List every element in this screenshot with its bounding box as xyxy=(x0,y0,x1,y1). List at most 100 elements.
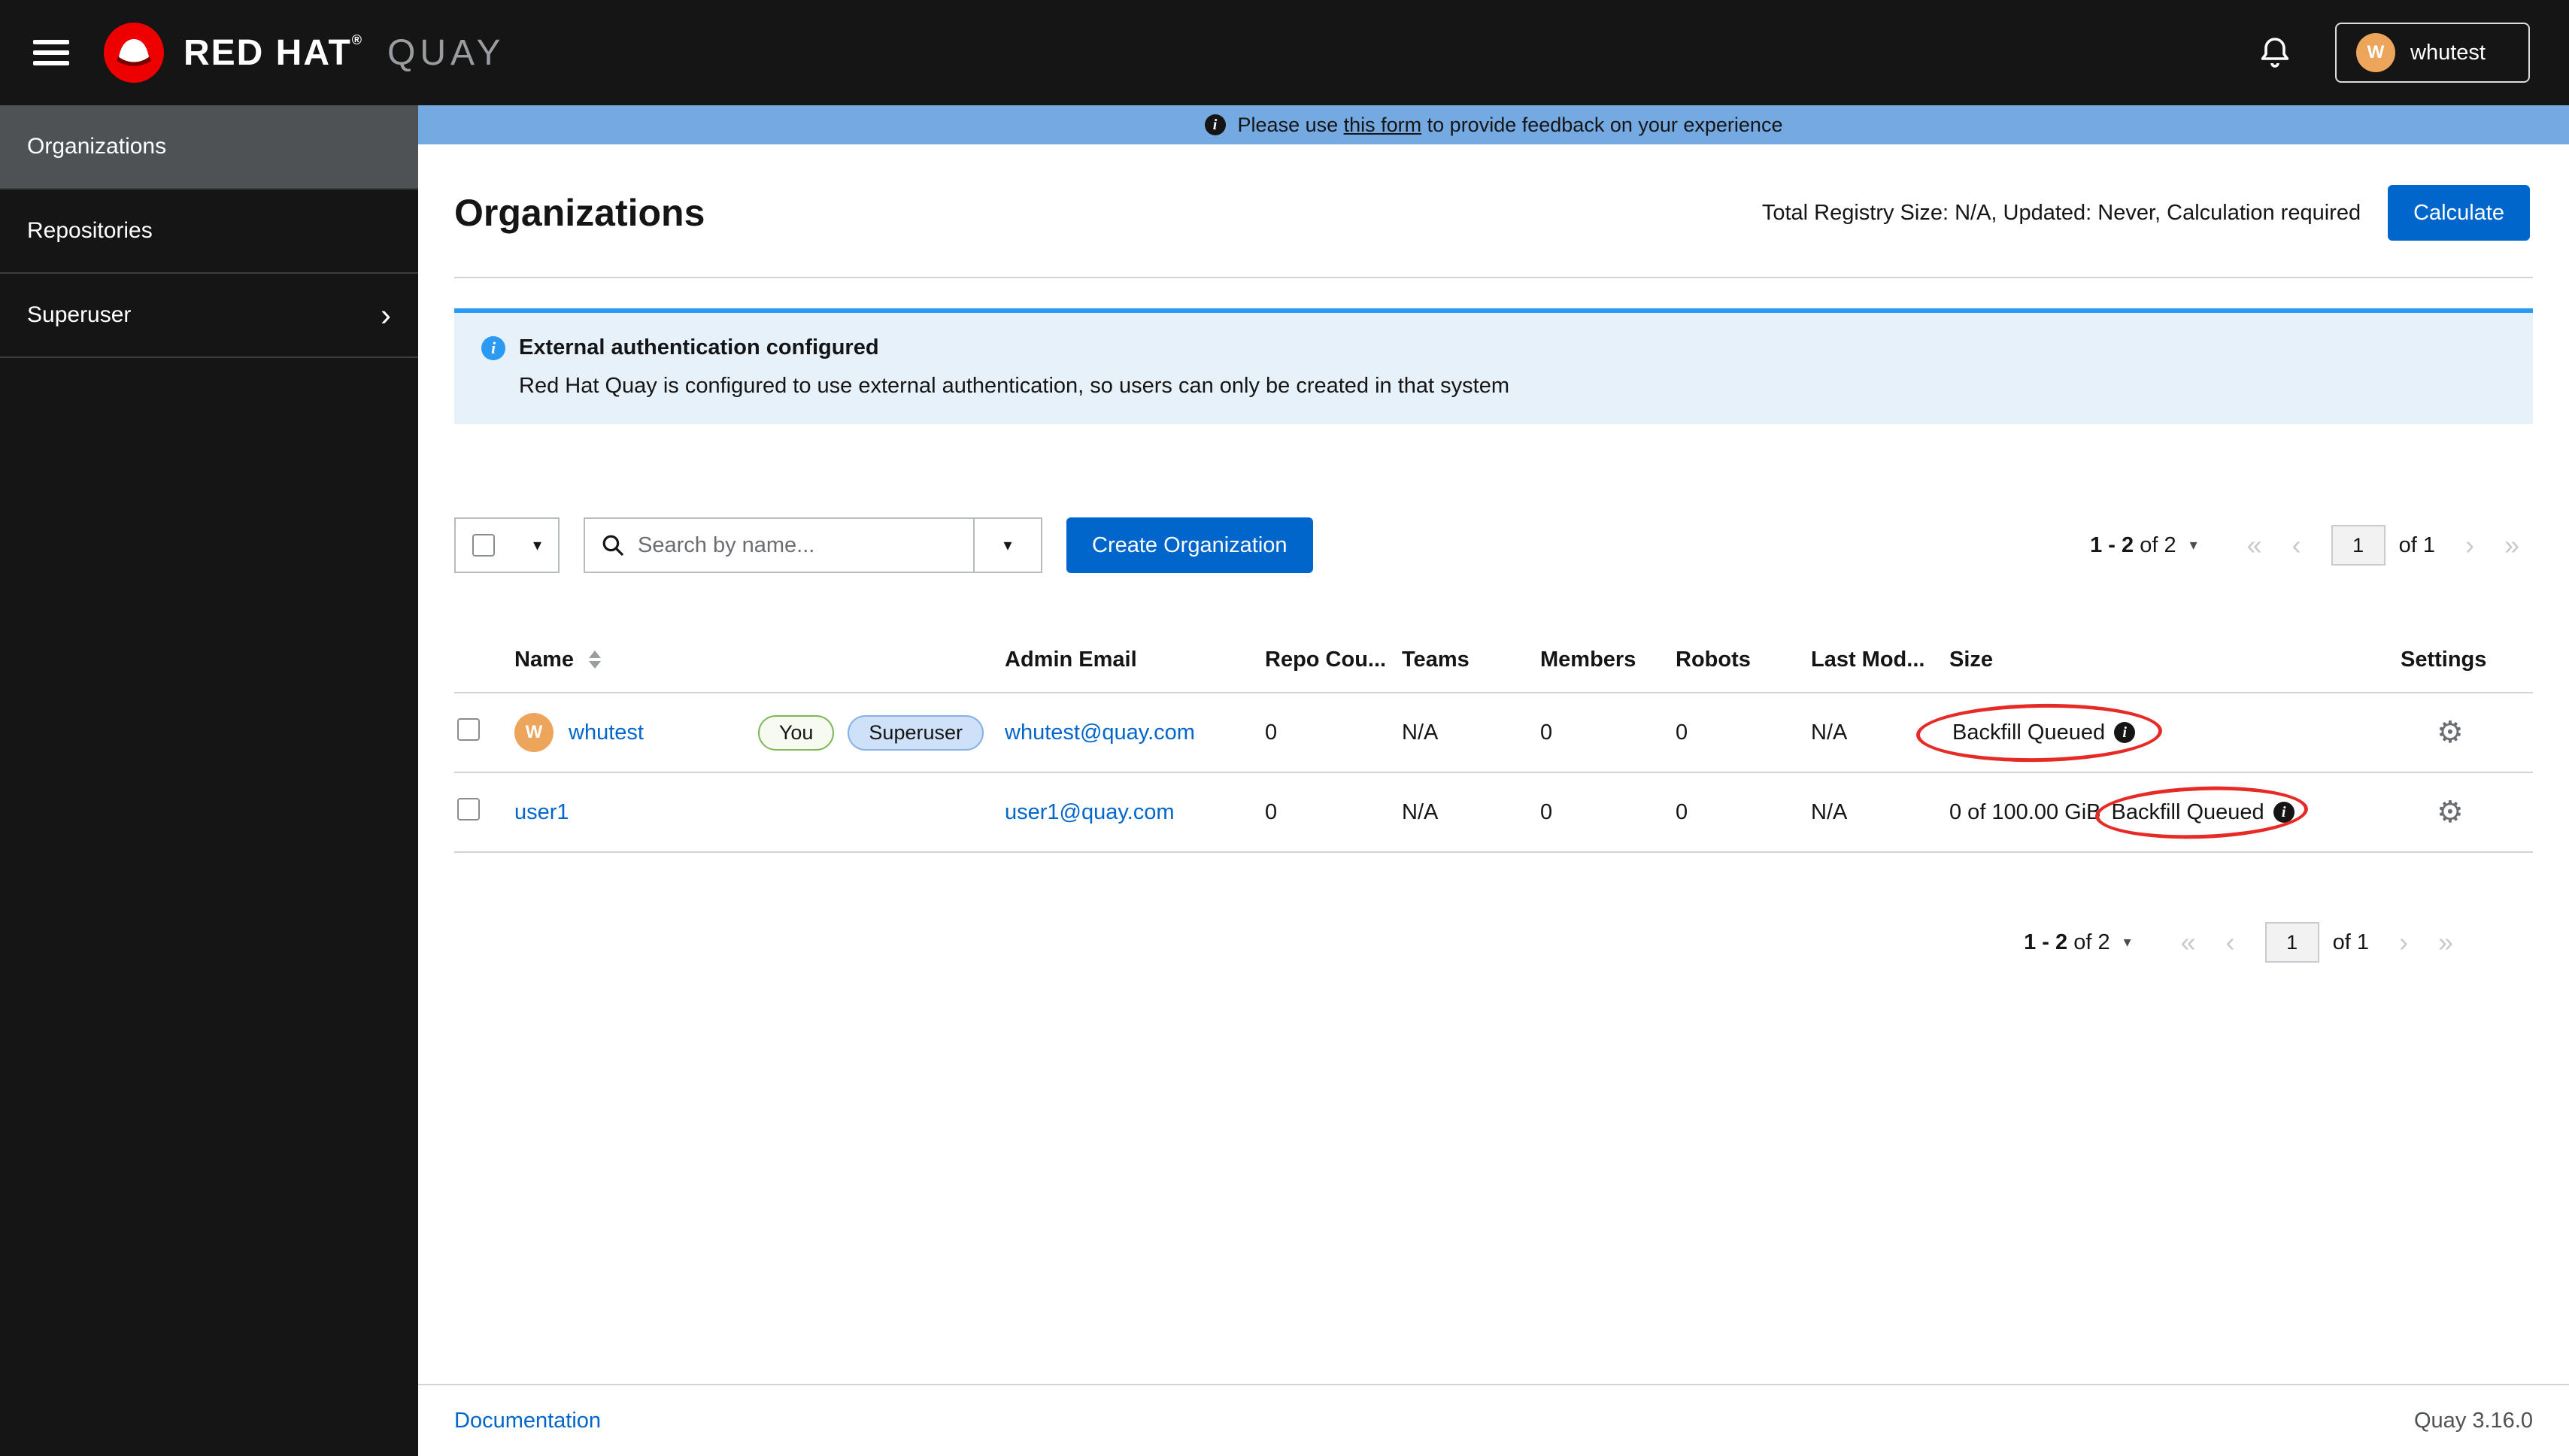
row-checkbox[interactable] xyxy=(457,718,480,741)
bulk-select-dropdown[interactable] xyxy=(454,517,560,573)
you-badge: You xyxy=(757,714,835,751)
column-header-size: Size xyxy=(1949,647,1994,672)
feedback-form-link[interactable]: this form xyxy=(1344,114,1422,136)
select-all-checkbox[interactable] xyxy=(472,534,495,557)
search-input[interactable] xyxy=(638,532,957,558)
last-page-button[interactable] xyxy=(2491,532,2533,559)
sidebar-item-label: Repositories xyxy=(27,218,153,243)
teams-cell: N/A xyxy=(1402,799,1439,824)
settings-gear-icon[interactable] xyxy=(2437,716,2464,749)
brand-redhat-text: RED HAT® xyxy=(184,32,364,73)
sidebar-item-organizations[interactable]: Organizations xyxy=(0,105,418,190)
masthead-right: W whutest xyxy=(2260,23,2530,83)
size-status: Backfill Queued xyxy=(1915,701,2163,764)
table-header-row: Name Admin Email Repo Cou... Teams Membe… xyxy=(454,627,2533,693)
last-modified-cell: N/A xyxy=(1811,720,1848,745)
teams-cell: N/A xyxy=(1402,720,1439,745)
size-cell: Backfill Queued xyxy=(1915,701,2401,764)
search-options-toggle[interactable] xyxy=(973,519,1041,572)
org-name-link[interactable]: whutest xyxy=(569,720,644,745)
user-avatar: W xyxy=(2356,33,2395,72)
name-cell: user1 xyxy=(514,800,1005,825)
info-icon[interactable] xyxy=(2273,802,2295,823)
page-body: Organizations Repositories Superuser Ple… xyxy=(0,105,2569,1456)
page-header: Organizations Total Registry Size: N/A, … xyxy=(418,144,2569,277)
admin-email-link[interactable]: whutest@quay.com xyxy=(1005,720,1265,745)
chevron-down-icon xyxy=(1003,537,1012,554)
next-page-button[interactable] xyxy=(2449,532,2491,559)
column-header-last-modified: Last Mod... xyxy=(1811,647,1925,672)
table-row: W whutest You Superuser whutest@quay.com… xyxy=(454,693,2533,773)
footer: Documentation Quay 3.16.0 xyxy=(418,1384,2569,1456)
info-icon[interactable] xyxy=(2114,722,2136,743)
badges: You Superuser xyxy=(757,714,984,751)
pagination-menu-toggle[interactable] xyxy=(2190,538,2197,553)
pagination-range: 1 - 2 of 2 xyxy=(2024,930,2110,954)
chevron-down-icon xyxy=(2501,44,2509,61)
search-icon xyxy=(602,534,624,557)
create-organization-button[interactable]: Create Organization xyxy=(1066,517,1313,573)
first-page-button[interactable] xyxy=(2234,532,2276,559)
table-row: user1 user1@quay.com 0 N/A 0 0 N/A 0 of … xyxy=(454,773,2533,853)
last-page-button[interactable] xyxy=(2425,929,2467,956)
org-name-link[interactable]: user1 xyxy=(514,800,569,825)
search-box xyxy=(585,519,973,572)
sidebar-item-repositories[interactable]: Repositories xyxy=(0,190,418,274)
calculate-button[interactable]: Calculate xyxy=(2388,185,2530,241)
sidebar: Organizations Repositories Superuser xyxy=(0,105,418,1456)
settings-cell xyxy=(2401,716,2533,749)
column-header-name[interactable]: Name xyxy=(514,648,1005,672)
menu-toggle-icon[interactable] xyxy=(33,40,69,65)
row-checkbox[interactable] xyxy=(457,798,480,821)
admin-email-link[interactable]: user1@quay.com xyxy=(1005,800,1265,825)
alert-description: Red Hat Quay is configured to use extern… xyxy=(519,374,1510,398)
total-pages-label: of 1 xyxy=(2332,930,2369,954)
column-header-teams: Teams xyxy=(1402,647,1470,672)
feedback-banner: Please use this form to provide feedback… xyxy=(418,105,2569,144)
first-page-button[interactable] xyxy=(2167,929,2210,956)
checkbox-cell xyxy=(454,798,514,827)
pagination-menu-toggle[interactable] xyxy=(2124,935,2131,950)
previous-page-button[interactable] xyxy=(2210,929,2252,956)
quay-app: RED HAT® QUAY W whutest Organizations xyxy=(0,0,2569,1456)
user-menu[interactable]: W whutest xyxy=(2335,23,2530,83)
pagination-nav: of 1 xyxy=(2167,922,2467,963)
divider xyxy=(454,277,2533,278)
robots-cell: 0 xyxy=(1676,799,1688,824)
checkbox-cell xyxy=(454,718,514,747)
brand-quay-text: QUAY xyxy=(387,32,505,73)
sidebar-item-label: Organizations xyxy=(27,134,167,159)
previous-page-button[interactable] xyxy=(2276,532,2318,559)
size-status-text: Backfill Queued xyxy=(2111,799,2264,824)
repo-count-cell: 0 xyxy=(1265,720,1278,745)
sidebar-item-superuser[interactable]: Superuser xyxy=(0,274,418,358)
sidebar-item-label: Superuser xyxy=(27,302,132,327)
pagination-top: 1 - 2 of 2 of 1 xyxy=(2090,525,2533,566)
size-usage-text: 0 of 100.00 GiB xyxy=(1949,799,2101,824)
org-avatar: W xyxy=(514,713,554,752)
current-page-input[interactable] xyxy=(2264,922,2319,963)
notifications-bell-icon[interactable] xyxy=(2260,36,2290,69)
settings-gear-icon[interactable] xyxy=(2437,796,2464,829)
info-icon xyxy=(1204,114,1226,135)
repo-count-cell: 0 xyxy=(1265,799,1278,824)
documentation-link[interactable]: Documentation xyxy=(454,1409,601,1433)
organizations-table: Name Admin Email Repo Cou... Teams Membe… xyxy=(454,627,2533,853)
alert-header: External authentication configured xyxy=(481,335,2506,360)
next-page-button[interactable] xyxy=(2382,929,2425,956)
banner-text: Please use this form to provide feedback… xyxy=(1237,113,1783,136)
page-title: Organizations xyxy=(454,192,705,234)
robots-cell: 0 xyxy=(1676,720,1688,745)
current-page-input[interactable] xyxy=(2331,525,2386,566)
main-content: Please use this form to provide feedback… xyxy=(418,105,2569,1456)
total-pages-label: of 1 xyxy=(2398,532,2435,557)
size-status: Backfill Queued xyxy=(2094,782,2309,842)
size-status-text: Backfill Queued xyxy=(1952,720,2106,745)
registry-size-summary: Total Registry Size: N/A, Updated: Never… xyxy=(1761,200,2361,225)
pagination-nav: of 1 xyxy=(2234,525,2533,566)
chevron-down-icon xyxy=(533,537,541,554)
version-label: Quay 3.16.0 xyxy=(2414,1408,2533,1433)
search-control xyxy=(584,517,1042,573)
alert-title: External authentication configured xyxy=(519,335,879,359)
members-cell: 0 xyxy=(1540,799,1553,824)
